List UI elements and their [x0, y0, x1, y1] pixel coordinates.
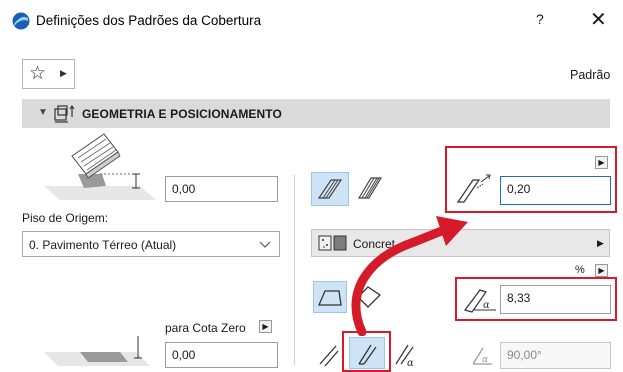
- thickness-icon: [456, 174, 491, 203]
- window-title: Definições dos Padrões da Cobertura: [36, 13, 262, 28]
- home-story-label: Piso de Origem:: [22, 211, 109, 225]
- chevron-down-icon: ▼: [38, 107, 48, 118]
- home-story-value: 0. Pavimento Térreo (Atual): [29, 238, 177, 252]
- edge-perpendicular-button[interactable]: [349, 337, 385, 369]
- svg-text:α: α: [407, 358, 414, 368]
- triangle-right-icon: ▶: [597, 238, 604, 248]
- svg-text:α: α: [483, 300, 490, 311]
- column-divider: [294, 175, 295, 365]
- star-icon: ☆: [29, 63, 47, 84]
- close-button[interactable]: ✕: [590, 7, 607, 32]
- svg-text:α: α: [482, 355, 488, 365]
- title-bar: Definições dos Padrões da Cobertura ? ✕: [0, 0, 623, 40]
- basic-structure-button[interactable]: [311, 172, 349, 206]
- triangle-right-icon: ▶: [60, 68, 67, 78]
- zero-level-options-button[interactable]: ▶: [259, 320, 272, 333]
- edge-angle-input: 90,00°: [500, 342, 611, 369]
- panel-header-geometry[interactable]: ▼ GEOMETRIA E POSICIONAMENTO: [22, 99, 610, 128]
- help-button[interactable]: ?: [536, 11, 544, 27]
- annotation-arrow: [351, 216, 468, 336]
- slope-input[interactable]: 8,33: [500, 285, 611, 314]
- panel-title: GEOMETRIA E POSICIONAMENTO: [82, 107, 282, 121]
- home-story-dropdown[interactable]: 0. Pavimento Térreo (Atual): [22, 231, 280, 257]
- preset-label: Padrão: [570, 68, 611, 82]
- edge-custom-angle-icon[interactable]: α: [393, 342, 421, 368]
- zero-level-input[interactable]: 0,00: [165, 342, 278, 368]
- angle-icon: α: [472, 347, 492, 365]
- edge-vertical-icon[interactable]: [316, 342, 342, 368]
- zero-level-label: para Cota Zero: [165, 321, 246, 335]
- zero-level-illustration: [44, 336, 150, 366]
- roof-height-illustration: [44, 133, 156, 200]
- roof-height-input[interactable]: 0,00: [165, 176, 278, 202]
- archicad-app-icon: [12, 12, 30, 30]
- composite-structure-icon[interactable]: [357, 176, 383, 200]
- hatched-slab-icon: [317, 179, 343, 199]
- percent-label: %: [575, 264, 585, 276]
- thickness-options-button[interactable]: ▶: [595, 156, 608, 169]
- favorites-button[interactable]: ☆ ▶: [22, 59, 75, 89]
- thickness-input[interactable]: 0,20: [500, 176, 611, 205]
- chevron-down-icon: [259, 241, 271, 248]
- slope-unit-options-button[interactable]: ▶: [595, 264, 608, 277]
- geometry-positioning-icon: [54, 105, 75, 123]
- edge-perpendicular-icon: [358, 344, 377, 365]
